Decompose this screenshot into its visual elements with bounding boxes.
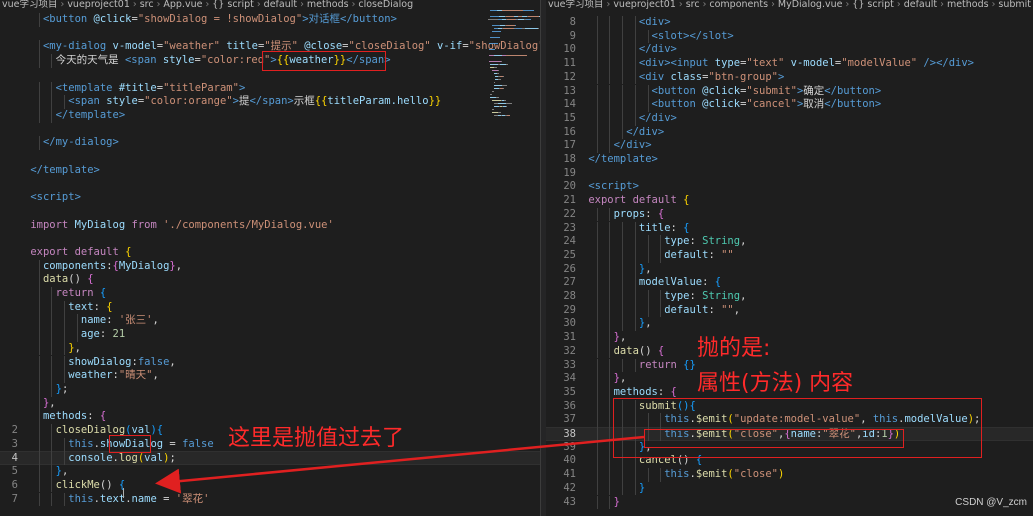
left-annotation-text: 这里是抛值过去了 — [228, 426, 405, 451]
annotation-arrow — [155, 435, 645, 494]
right-annotation-line2: 属性(方法) 内容 — [697, 371, 854, 396]
right-annotation-line1: 抛的是: — [697, 336, 771, 361]
watermark: CSDN @V_zcm — [955, 497, 1027, 508]
mouse-ibeam-cursor — [123, 488, 124, 498]
